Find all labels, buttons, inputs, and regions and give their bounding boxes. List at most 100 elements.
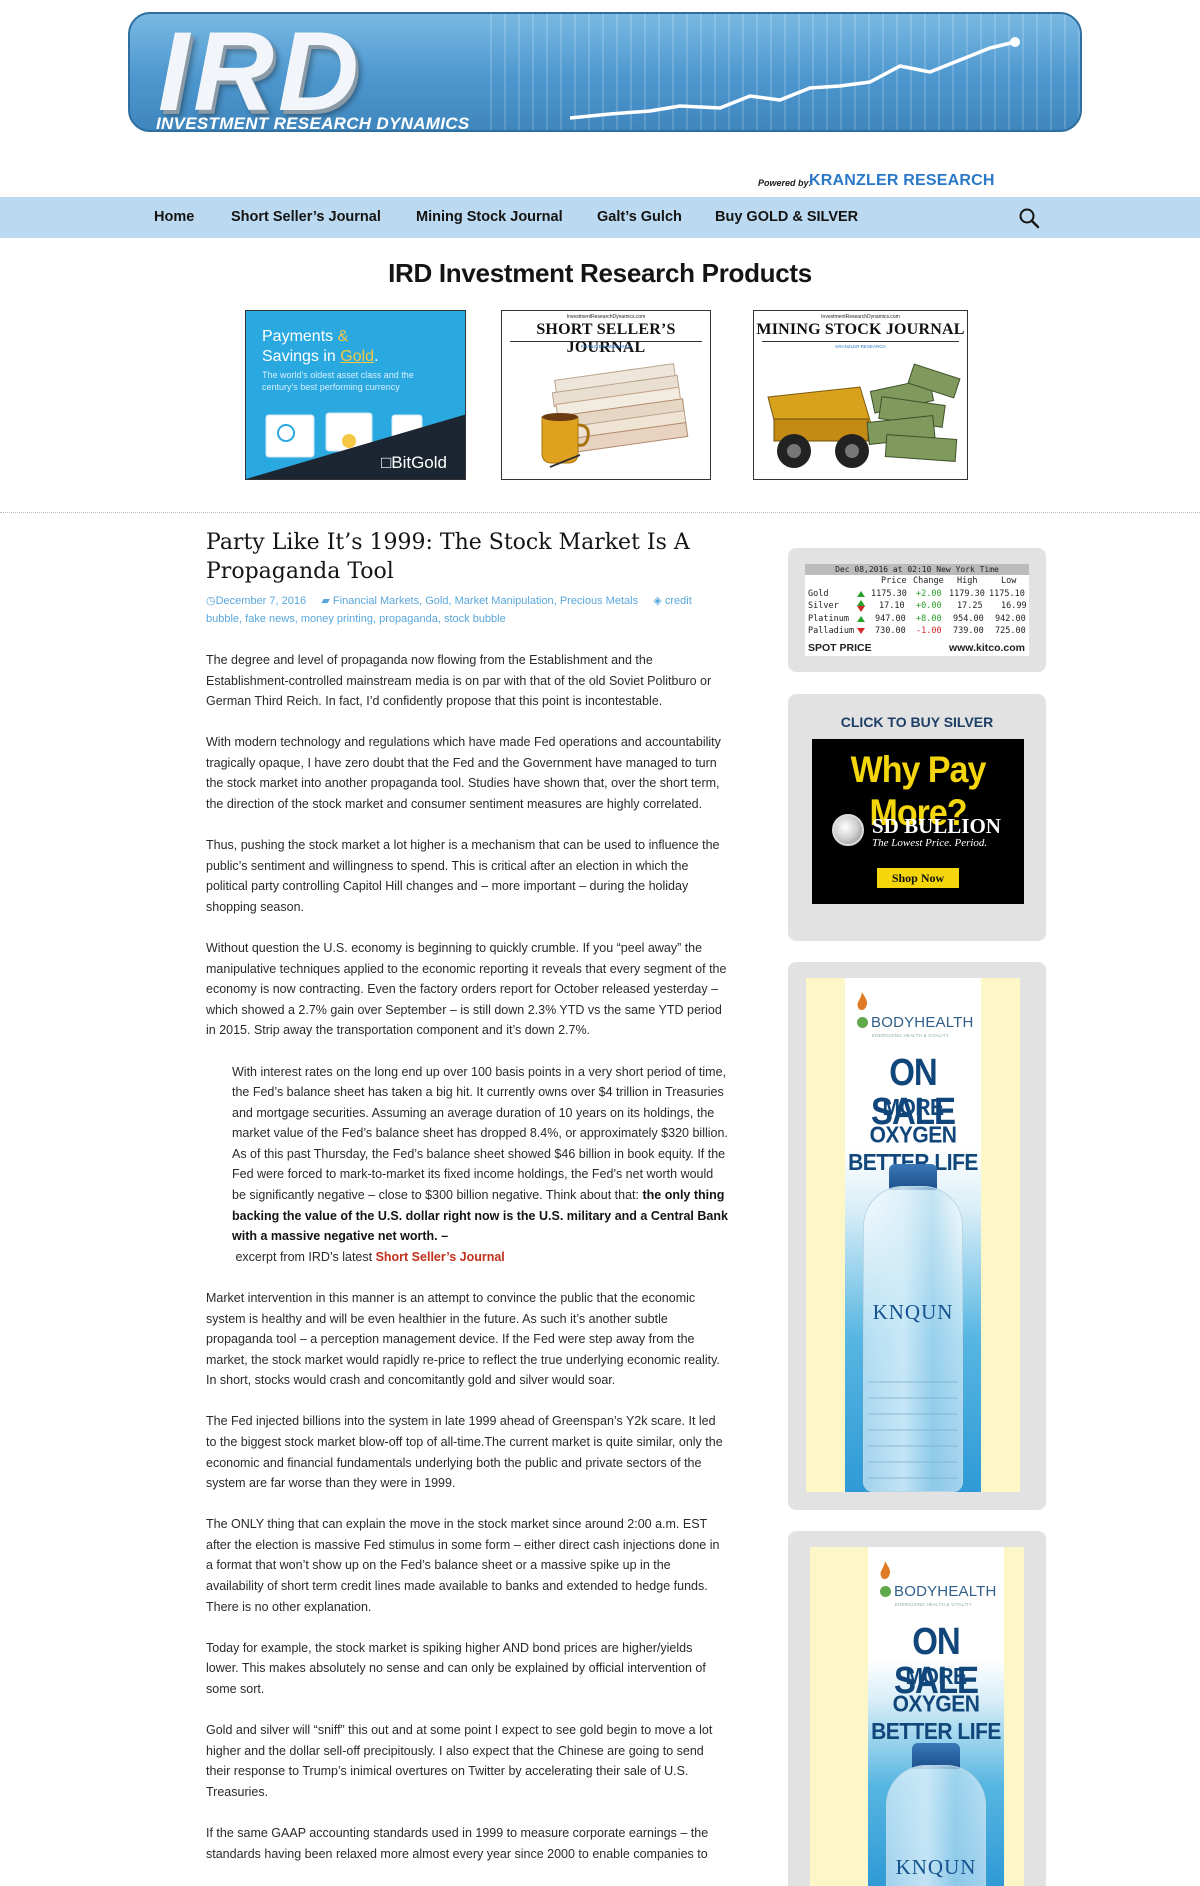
kitco-price: 1175.30 <box>871 588 907 599</box>
flame-icon <box>857 992 868 1010</box>
kitco-link[interactable]: www.kitco.com <box>949 642 1025 654</box>
tag-link[interactable]: money printing <box>301 613 373 625</box>
kitco-high: 954.00 <box>953 613 984 624</box>
blockquote-text: With interest rates on the long end up o… <box>232 1064 728 1203</box>
newspapers-icon <box>541 363 689 468</box>
bitgold-headline-line1: Payments <box>262 328 338 345</box>
section-divider <box>0 512 1200 513</box>
kitco-spot-price-label: SPOT PRICE <box>808 642 872 654</box>
sd-bullion-brand: SD BULLION <box>872 814 1001 838</box>
article-title[interactable]: Party Like It’s 1999: The Stock Market I… <box>206 528 726 586</box>
kitco-metal: Gold <box>808 588 829 599</box>
bodyhealth-ad-2[interactable]: BODYHEALTH ENERGIZING HEALTH & VITALITY … <box>810 1547 1024 1886</box>
bodyhealth-brand: BODYHEALTH <box>880 1583 997 1600</box>
site-logo[interactable]: IRD <box>158 16 363 128</box>
search-icon[interactable] <box>1018 207 1040 229</box>
bitgold-description: The world's oldest asset class and the c… <box>262 370 414 392</box>
buy-silver-heading[interactable]: CLICK TO BUY SILVER <box>788 714 1046 730</box>
category-link[interactable]: Precious Metals <box>560 595 638 607</box>
nav-item-buy-gold-silver[interactable]: Buy GOLD & SILVER <box>715 209 858 225</box>
bodyhealth-widget: BODYHEALTH ENERGIZING HEALTH & VITALITY … <box>788 962 1046 1510</box>
kitco-low: 1175.10 <box>989 588 1025 599</box>
powered-by-label: Powered by: <box>758 178 812 188</box>
kitco-row-platinum: Platinum 947.00 +8.00 954.00 942.00 <box>805 613 1029 626</box>
products-heading: IRD Investment Research Products <box>388 258 812 288</box>
main-navigation: Home Short Seller’s Journal Mining Stock… <box>0 197 1200 238</box>
tag-icon: ◈ <box>653 595 662 607</box>
kranzler-research-logo: KRANZLER RESEARCH <box>809 172 995 189</box>
short-sellers-journal-ad[interactable]: InvestmentResearchDynamics.com SHORT SEL… <box>501 310 711 480</box>
kitco-column-headers: Price Change High Low <box>805 575 1029 588</box>
article-paragraph: Without question the U.S. economy is beg… <box>206 941 727 1038</box>
bodyhealth-slogan: MORE OXYGEN BETTER LIFE <box>868 1663 1004 1746</box>
kitco-col-price: Price <box>881 576 907 586</box>
category-link[interactable]: Financial Markets <box>333 595 419 607</box>
down-arrow-icon <box>857 628 865 634</box>
article-paragraph: Market intervention in this manner is an… <box>206 1290 720 1388</box>
sd-bullion-ad[interactable]: Why Pay More? SD BULLION The Lowest Pric… <box>812 739 1024 904</box>
kitco-low: 16.99 <box>1001 601 1027 611</box>
kitco-low: 725.00 <box>995 626 1026 636</box>
tag-link[interactable]: fake news <box>245 613 295 625</box>
article-paragraph: The ONLY thing that can explain the move… <box>206 1517 720 1614</box>
mining-stock-journal-ad[interactable]: InvestmentResearchDynamics.com MINING ST… <box>753 310 968 480</box>
bitgold-logo: □BitGold <box>380 453 447 472</box>
article-paragraph: With modern technology and regulations w… <box>206 735 721 812</box>
bodyhealth-widget-2: BODYHEALTH ENERGIZING HEALTH & VITALITY … <box>788 1531 1046 1886</box>
ssj-title: SHORT SELLER’S JOURNAL <box>536 321 676 356</box>
bitgold-ad[interactable]: Payments & Savings in Gold. The world's … <box>245 310 466 480</box>
kitco-widget: Dec 08,2016 at 02:10 New York Time Price… <box>788 548 1046 672</box>
bodyhealth-brand-text: BODYHEALTH <box>894 1583 997 1600</box>
blockquote-excerpt: excerpt from IRD’s latest <box>235 1249 376 1264</box>
kitco-high: 1179.30 <box>949 588 985 599</box>
knqun-logo: KNQUN <box>895 1855 977 1879</box>
tag-link[interactable]: propaganda <box>379 613 438 625</box>
ssj-powered: KRANZLER RESEARCH <box>580 344 632 349</box>
nav-item-home[interactable]: Home <box>154 209 194 225</box>
kitco-price: 947.00 <box>875 613 906 624</box>
msj-powered: KRANZLER RESEARCH <box>835 344 886 349</box>
bodyhealth-ad-panel: BODYHEALTH ENERGIZING HEALTH & VITALITY … <box>845 978 981 1492</box>
bitgold-headline-gold: Gold <box>340 348 375 365</box>
kitco-low: 942.00 <box>995 613 1026 624</box>
kitco-metal: Platinum <box>808 613 849 624</box>
kitco-price: 17.10 <box>879 601 905 611</box>
bitgold-headline: Payments & Savings in Gold. <box>262 327 379 367</box>
bitgold-brand-name: BitGold <box>391 453 447 472</box>
site-banner[interactable]: IRD INVESTMENT RESEARCH DYNAMICS MARKET … <box>128 12 1082 190</box>
bitgold-ampersand: & <box>337 328 349 345</box>
kitco-row-gold: Gold 1175.30 +2.00 1179.30 1175.10 <box>805 588 1029 601</box>
leaf-icon <box>880 1586 891 1597</box>
kitco-metal: Palladium <box>808 626 855 636</box>
nav-item-short-sellers-journal[interactable]: Short Seller’s Journal <box>231 209 381 225</box>
kitco-change: -1.00 <box>916 626 942 636</box>
kitco-timestamp: Dec 08,2016 at 02:10 New York Time <box>805 564 1029 575</box>
article-paragraph: Gold and silver will “sniff” this out an… <box>206 1723 713 1799</box>
silver-coin-icon <box>832 814 864 846</box>
short-sellers-journal-link[interactable]: Short Seller’s Journal <box>376 1250 505 1264</box>
ssj-rule <box>510 341 702 342</box>
category-link[interactable]: Gold <box>425 595 448 607</box>
nav-item-mining-stock-journal[interactable]: Mining Stock Journal <box>416 209 563 225</box>
bodyhealth-ad-panel: BODYHEALTH ENERGIZING HEALTH & VITALITY … <box>868 1547 1004 1886</box>
article-meta: ◷December 7, 2016 ▰ Financial Markets, G… <box>206 595 692 625</box>
bodyhealth-ad[interactable]: BODYHEALTH ENERGIZING HEALTH & VITALITY … <box>806 978 1020 1492</box>
article-header: Party Like It’s 1999: The Stock Market I… <box>206 528 726 628</box>
kitco-spot-price-table[interactable]: Dec 08,2016 at 02:10 New York Time Price… <box>805 564 1029 656</box>
category-link[interactable]: Market Manipulation <box>455 595 554 607</box>
msj-title: MINING STOCK JOURNAL <box>756 321 965 338</box>
article-paragraph: The degree and level of propaganda now f… <box>206 653 712 709</box>
water-bottle-icon <box>863 1186 963 1492</box>
kitco-high: 739.00 <box>953 626 984 636</box>
bodyhealth-slogan-line1: MORE OXYGEN <box>869 1095 957 1149</box>
kitco-change: +0.00 <box>916 601 942 611</box>
shop-now-button[interactable]: Shop Now <box>877 868 959 888</box>
kitco-row-palladium: Palladium 730.00 -1.00 739.00 725.00 <box>805 625 1029 638</box>
kitco-col-high: High <box>957 576 978 586</box>
article-date[interactable]: December 7, 2016 <box>216 595 307 607</box>
nav-item-galts-gulch[interactable]: Galt’s Gulch <box>597 209 682 225</box>
tag-link[interactable]: stock bubble <box>444 613 506 625</box>
kitco-high: 17.25 <box>957 601 983 611</box>
msj-rule <box>762 341 959 342</box>
article-paragraph: The Fed injected billions into the syste… <box>206 1414 723 1491</box>
